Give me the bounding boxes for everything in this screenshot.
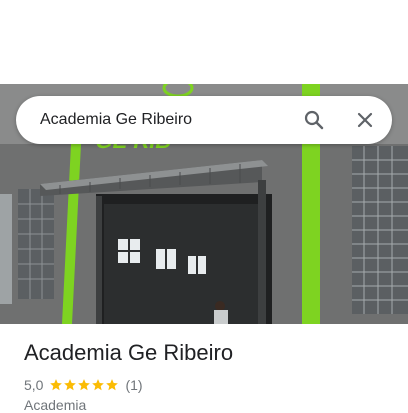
star-icon xyxy=(92,379,105,391)
place-title: Academia Ge Ribeiro xyxy=(24,340,234,365)
star-rating xyxy=(49,378,119,392)
search-icon xyxy=(304,110,324,130)
rating-value: 5,0 xyxy=(24,377,44,393)
star-icon xyxy=(106,379,119,391)
review-count: (1) xyxy=(125,377,143,393)
star-icon xyxy=(78,379,91,391)
rating-row[interactable]: 5,0 (1) xyxy=(24,376,143,394)
search-button[interactable] xyxy=(296,102,332,138)
search-bar xyxy=(16,96,392,144)
star-icon xyxy=(64,379,77,391)
place-category: Academia xyxy=(24,397,87,413)
star-icon xyxy=(50,379,63,391)
close-icon xyxy=(357,112,373,128)
close-button[interactable] xyxy=(347,102,383,138)
search-input[interactable] xyxy=(40,96,290,144)
